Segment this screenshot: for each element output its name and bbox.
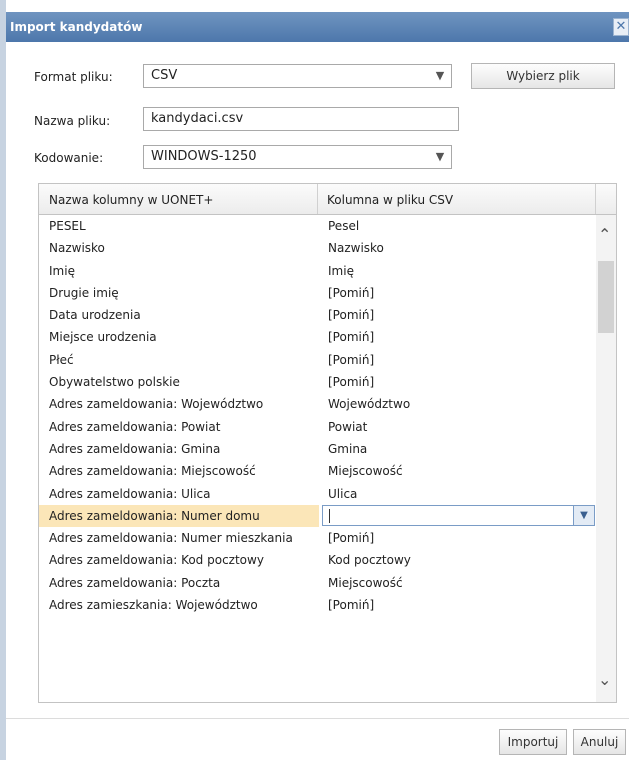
table-row[interactable]: Adres zameldowania: Województwo Województ… xyxy=(39,393,596,415)
table-row[interactable]: Adres zameldowania: Numer domu ▼ xyxy=(39,504,596,527)
filename-label: Nazwa pliku: xyxy=(34,114,111,128)
uonet-column-cell: Adres zameldowania: Numer domu xyxy=(49,508,260,523)
import-button[interactable]: Importuj xyxy=(499,729,567,755)
csv-column-cell[interactable]: Pesel xyxy=(328,215,359,237)
uonet-column-cell: Miejsce urodzenia xyxy=(49,330,157,345)
csv-column-cell[interactable]: Kod pocztowy xyxy=(328,549,411,571)
csv-column-cell[interactable]: [Pomiń] xyxy=(328,349,374,371)
chevron-down-icon[interactable]: ▼ xyxy=(573,505,594,525)
table-row[interactable]: Miejsce urodzenia [Pomiń] xyxy=(39,326,596,348)
chevron-down-icon[interactable]: ▼ xyxy=(429,65,451,87)
uonet-column-cell: Adres zamieszkania: Województwo xyxy=(49,598,258,613)
table-row[interactable]: Obywatelstwo polskie [Pomiń] xyxy=(39,371,596,393)
format-value: CSV xyxy=(151,68,178,83)
csv-column-cell[interactable]: Ulica xyxy=(328,483,357,505)
format-select[interactable]: CSV ▼ xyxy=(143,64,452,88)
dialog-titlebar: Import kandydatów ✕ xyxy=(6,12,629,42)
table-row[interactable]: Adres zameldowania: Kod pocztowy Kod pocz… xyxy=(39,549,596,571)
chevron-up-icon[interactable]: ⌃ xyxy=(598,225,611,244)
csv-column-cell[interactable]: Powiat xyxy=(328,416,367,438)
csv-column-cell[interactable]: [Pomiń] xyxy=(328,527,374,549)
csv-column-cell[interactable]: Gmina xyxy=(328,438,367,460)
filename-value: kandydaci.csv xyxy=(151,111,244,126)
table-row[interactable]: Adres zameldowania: Gmina Gmina xyxy=(39,438,596,460)
uonet-column-cell: Adres zameldowania: Powiat xyxy=(49,419,221,434)
filename-field[interactable]: kandydaci.csv xyxy=(143,107,459,131)
vertical-scrollbar[interactable]: ⌃ ⌄ xyxy=(596,215,616,702)
chevron-down-icon[interactable]: ⌄ xyxy=(598,670,611,689)
table-row[interactable]: Drugie imię [Pomiń] xyxy=(39,282,596,304)
uonet-column-cell: Drugie imię xyxy=(49,285,119,300)
uonet-column-cell: Adres zameldowania: Numer mieszkania xyxy=(49,531,293,546)
uonet-column-cell: Adres zameldowania: Miejscowość xyxy=(49,464,256,479)
csv-column-cell[interactable]: Miejscowość xyxy=(328,460,403,482)
import-dialog: Import kandydatów ✕ Format pliku: CSV ▼ … xyxy=(0,0,629,760)
footer-divider xyxy=(6,718,629,719)
uonet-column-cell: Adres zameldowania: Ulica xyxy=(49,486,211,501)
table-row[interactable]: Adres zameldowania: Poczta Miejscowość xyxy=(39,572,596,594)
uonet-column-cell: PESEL xyxy=(49,219,86,233)
table-row[interactable]: Adres zameldowania: Numer mieszkania [Pom… xyxy=(39,527,596,549)
uonet-column-cell: Nazwisko xyxy=(49,241,105,256)
table-row[interactable]: Płeć [Pomiń] xyxy=(39,349,596,371)
csv-column-cell[interactable]: [Pomiń] xyxy=(328,282,374,304)
dialog-title: Import kandydatów xyxy=(10,20,143,34)
csv-column-cell[interactable]: [Pomiń] xyxy=(328,304,374,326)
choose-file-button[interactable]: Wybierz plik xyxy=(471,63,615,89)
cancel-button[interactable]: Anuluj xyxy=(573,729,626,755)
csv-column-cell[interactable]: [Pomiń] xyxy=(328,371,374,393)
uonet-column-cell: Obywatelstwo polskie xyxy=(49,375,180,390)
table-row[interactable]: PESEL Pesel xyxy=(39,215,596,237)
table-row[interactable]: Adres zameldowania: Miejscowość Miejscowo… xyxy=(39,460,596,482)
table-row[interactable]: Adres zameldowania: Powiat Powiat xyxy=(39,416,596,438)
grid-rows: PESEL Pesel Nazwisko Nazwisko Imię Imię Drugie… xyxy=(39,215,596,616)
format-label: Format pliku: xyxy=(34,70,113,84)
table-row[interactable]: Adres zamieszkania: Województwo [Pomiń] xyxy=(39,594,596,616)
csv-column-cell[interactable]: [Pomiń] xyxy=(328,326,374,348)
csv-column-cell[interactable]: [Pomiń] xyxy=(328,594,374,616)
table-row[interactable]: Data urodzenia [Pomiń] xyxy=(39,304,596,326)
column-header-csv[interactable]: Kolumna w pliku CSV xyxy=(327,193,453,207)
csv-column-cell[interactable]: Imię xyxy=(328,260,354,282)
uonet-column-cell: Adres zameldowania: Poczta xyxy=(49,575,221,590)
table-row[interactable]: Imię Imię xyxy=(39,260,596,282)
uonet-column-cell: Adres zameldowania: Województwo xyxy=(49,397,264,412)
column-mapping-grid: Nazwa kolumny w UONET+ Kolumna w pliku C… xyxy=(38,183,617,703)
csv-column-select[interactable]: ▼ xyxy=(322,504,595,526)
csv-column-cell[interactable]: Nazwisko xyxy=(328,237,384,259)
uonet-column-cell: Adres zameldowania: Kod pocztowy xyxy=(49,553,264,568)
uonet-column-cell: Płeć xyxy=(49,352,74,367)
csv-column-cell[interactable]: Województwo xyxy=(328,393,410,415)
table-row[interactable]: Adres zameldowania: Ulica Ulica xyxy=(39,483,596,505)
csv-column-cell[interactable]: Miejscowość xyxy=(328,572,403,594)
uonet-column-cell: Adres zameldowania: Gmina xyxy=(49,441,221,456)
scrollbar-thumb[interactable] xyxy=(598,261,614,333)
uonet-column-cell: Imię xyxy=(49,263,75,278)
chevron-down-icon[interactable]: ▼ xyxy=(429,146,451,168)
close-icon[interactable]: ✕ xyxy=(613,18,629,36)
encoding-label: Kodowanie: xyxy=(34,151,104,165)
table-row[interactable]: Nazwisko Nazwisko xyxy=(39,237,596,259)
encoding-select[interactable]: WINDOWS-1250 ▼ xyxy=(143,145,452,169)
uonet-column-cell: Data urodzenia xyxy=(49,308,141,323)
grid-header: Nazwa kolumny w UONET+ Kolumna w pliku C… xyxy=(39,184,616,215)
encoding-value: WINDOWS-1250 xyxy=(151,149,257,164)
column-header-uonet[interactable]: Nazwa kolumny w UONET+ xyxy=(49,193,213,207)
